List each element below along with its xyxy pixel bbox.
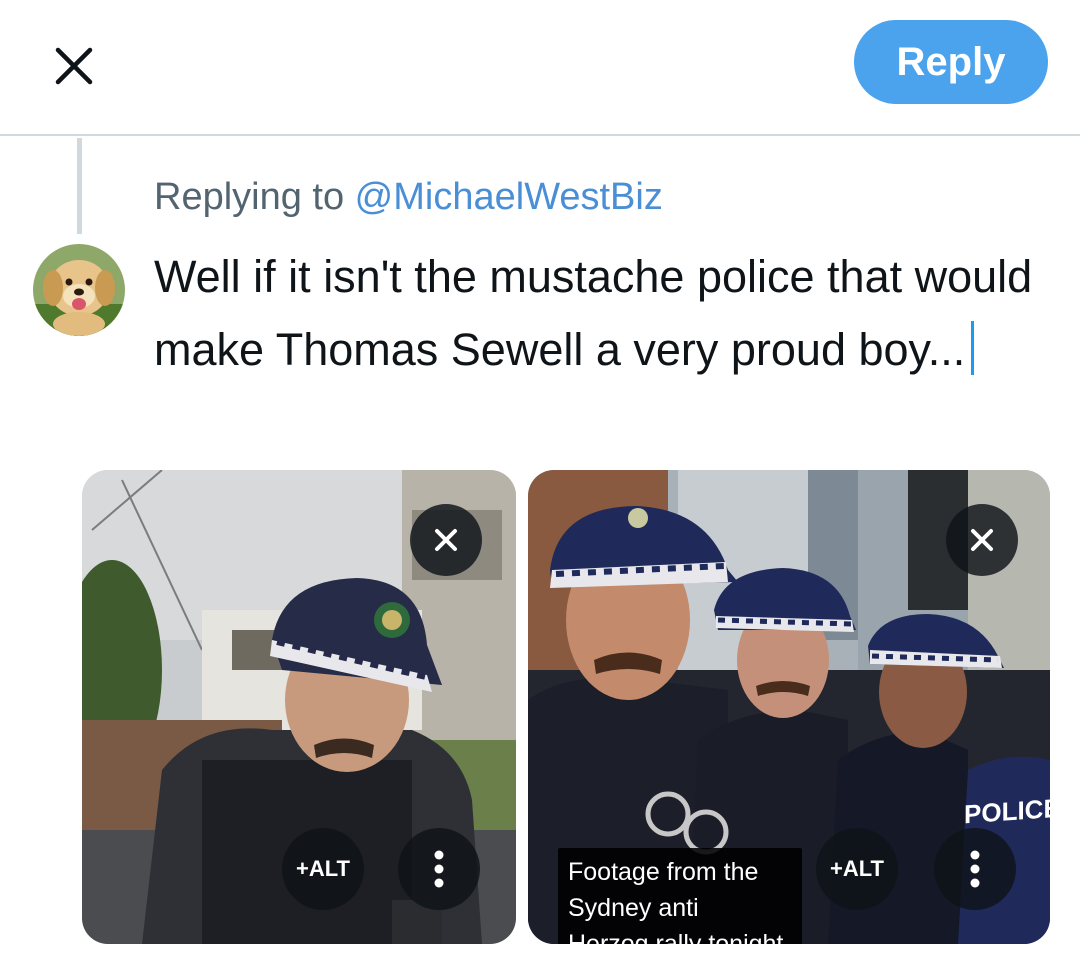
more-vertical-icon <box>970 850 980 888</box>
replying-to: Replying to @MichaelWestBiz <box>154 176 663 219</box>
video-caption: Footage from the Sydney anti Herzog rall… <box>558 848 802 944</box>
close-icon <box>435 529 457 551</box>
more-vertical-icon <box>434 850 444 888</box>
replying-to-handle[interactable]: @MichaelWestBiz <box>355 176 663 218</box>
remove-media-button[interactable] <box>410 504 482 576</box>
top-bar: Reply <box>0 0 1080 136</box>
compose-text[interactable]: Well if it isn't the mustache police tha… <box>154 240 1054 386</box>
compose-text-content: Well if it isn't the mustache police tha… <box>154 251 1033 375</box>
video-caption-line-2: Herzog rally tonight <box>568 930 784 944</box>
close-icon <box>971 529 993 551</box>
thread-line <box>77 138 82 234</box>
replying-to-prefix: Replying to <box>154 176 355 218</box>
avatar[interactable] <box>33 244 125 336</box>
add-alt-text-button[interactable]: +ALT <box>816 828 898 910</box>
close-icon[interactable] <box>44 36 104 96</box>
media-attachment-2[interactable]: POLICE Footage from the Sydney anti Herz… <box>528 470 1050 944</box>
reply-button[interactable]: Reply <box>854 20 1048 104</box>
add-alt-text-button[interactable]: +ALT <box>282 828 364 910</box>
more-options-button[interactable] <box>398 828 480 910</box>
vest-label: POLICE <box>964 792 1050 830</box>
media-attachment-1[interactable]: +ALT <box>82 470 516 944</box>
remove-media-button[interactable] <box>946 504 1018 576</box>
text-cursor <box>971 321 975 375</box>
more-options-button[interactable] <box>934 828 1016 910</box>
video-caption-line-1: Footage from the Sydney anti <box>568 858 759 922</box>
